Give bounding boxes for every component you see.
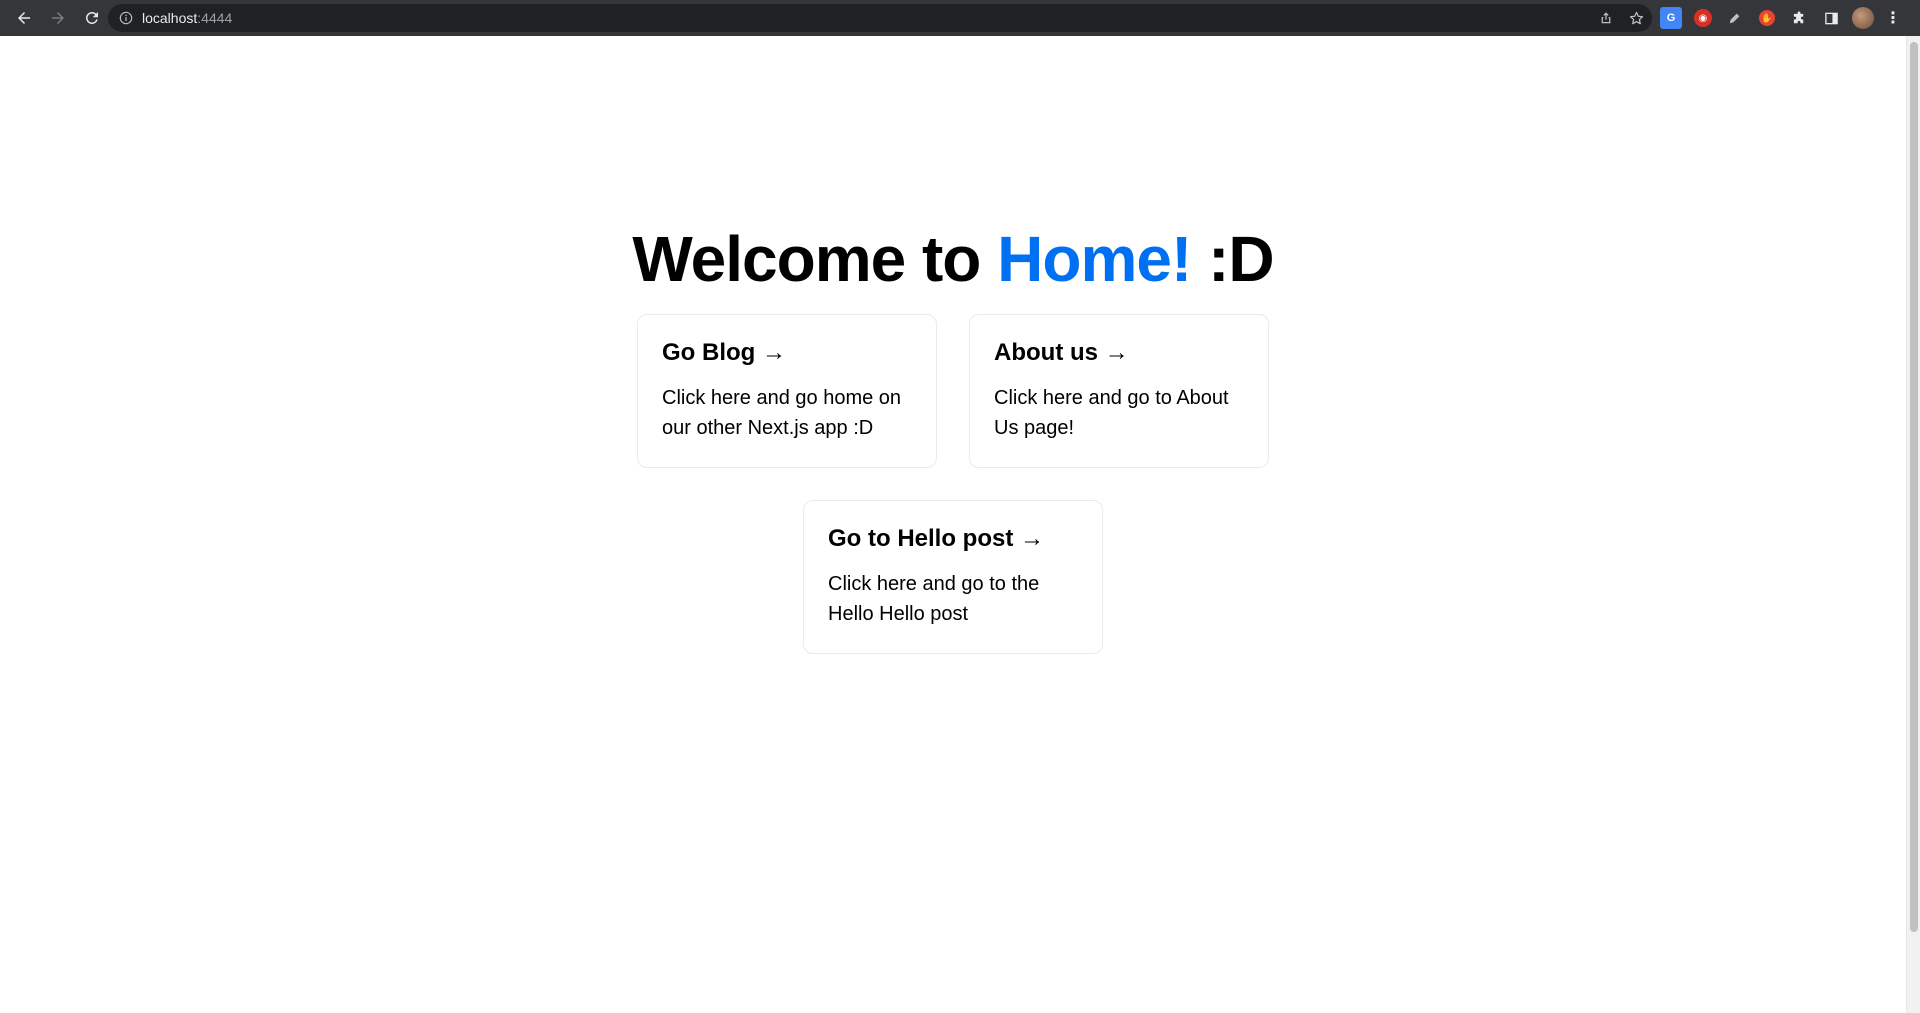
card-hello-post[interactable]: Go to Hello post → Click here and go to … (803, 500, 1103, 655)
address-bar[interactable]: localhost:4444 (108, 4, 1652, 32)
page-viewport: Welcome to Home! :D Go Blog → Click here… (0, 36, 1906, 1013)
reload-button[interactable] (76, 2, 108, 34)
info-icon[interactable] (118, 10, 134, 26)
back-button[interactable] (8, 2, 40, 34)
arrow-right-icon (52, 12, 64, 24)
card-grid: Go Blog → Click here and go home on our … (621, 314, 1285, 686)
reload-icon (85, 11, 98, 24)
arrow-left-icon (18, 12, 30, 24)
card-description: Click here and go to About Us page! (994, 387, 1229, 440)
scrollbar-thumb[interactable] (1910, 42, 1918, 932)
share-icon[interactable] (1598, 10, 1614, 26)
card-title: Go Blog → (662, 339, 786, 367)
bookmark-star-icon[interactable] (1628, 10, 1644, 26)
translate-extension-icon[interactable]: G (1660, 7, 1682, 29)
side-panel-icon[interactable] (1820, 7, 1842, 29)
puzzle-icon[interactable] (1788, 7, 1810, 29)
more-menu-icon[interactable]: ⋮ (1884, 8, 1902, 28)
card-title: Go to Hello post → (828, 525, 1044, 553)
url-host: localhost (142, 10, 198, 26)
page-title: Welcome to Home! :D (632, 222, 1275, 297)
pen-extension-icon[interactable] (1724, 7, 1746, 29)
card-description: Click here and go to the Hello Hello pos… (828, 573, 1040, 626)
browser-toolbar: localhost:4444 G ◉ ✋ ⋮ (0, 0, 1920, 36)
main-content: Welcome to Home! :D Go Blog → Click here… (0, 36, 1906, 1013)
screen-capture-extension-icon[interactable]: ◉ (1692, 7, 1714, 29)
forward-button[interactable] (42, 2, 74, 34)
card-title: About us → (994, 339, 1129, 367)
card-description: Click here and go home on our other Next… (662, 387, 902, 440)
url-port: :4444 (197, 10, 233, 26)
card-go-blog[interactable]: Go Blog → Click here and go home on our … (637, 314, 937, 469)
title-suffix: :D (1191, 222, 1275, 295)
hand-extension-icon[interactable]: ✋ (1756, 7, 1778, 29)
vertical-scrollbar[interactable] (1906, 36, 1920, 1013)
card-about-us[interactable]: About us → Click here and go to About Us… (969, 314, 1269, 469)
extensions-bar: G ◉ ✋ ⋮ (1660, 0, 1902, 36)
title-home-link[interactable]: Home! (997, 223, 1192, 295)
profile-avatar[interactable] (1852, 7, 1874, 29)
title-prefix: Welcome to (632, 222, 998, 295)
